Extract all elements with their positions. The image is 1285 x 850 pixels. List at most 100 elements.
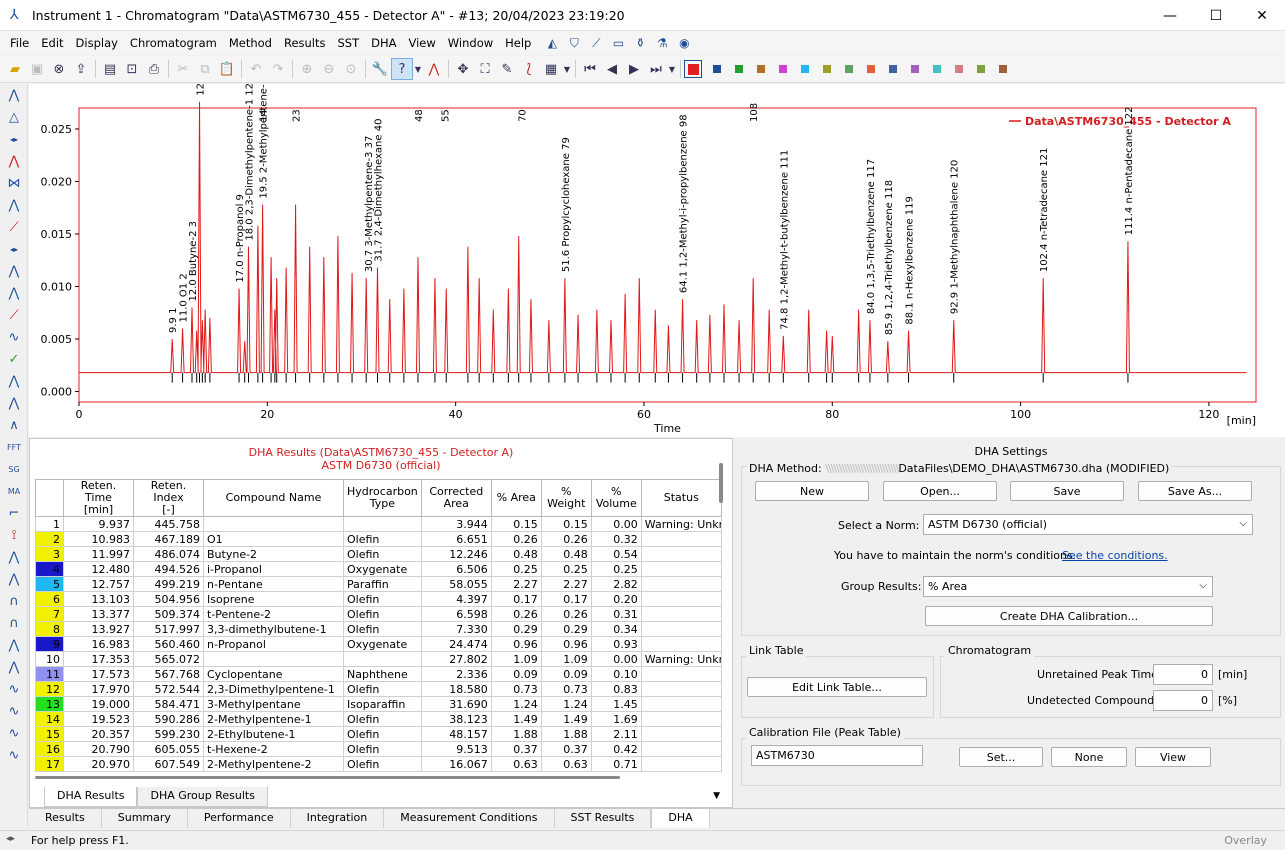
menu-sst[interactable]: SST [332, 34, 366, 52]
tab-dha-group-results[interactable]: DHA Group Results [137, 787, 268, 807]
menu-method[interactable]: Method [223, 34, 278, 52]
open-icon[interactable]: ▰ [4, 58, 26, 80]
step-icon[interactable]: ⌐ [0, 502, 28, 524]
peak-del-icon[interactable]: ⋀ [0, 282, 28, 304]
graph-icon[interactable]: ▭ [609, 34, 627, 52]
peak-tool-icon[interactable]: ⋀ [0, 84, 28, 106]
color-swatch[interactable] [735, 65, 743, 73]
table-row[interactable]: 1 9.937 445.758 3.944 0.15 0.15 0.00 Warning: U… [35, 516, 722, 532]
menu-file[interactable]: File [4, 34, 35, 52]
peak-6-icon[interactable]: ⋀ [0, 546, 28, 568]
maximize-button[interactable]: ☐ [1193, 0, 1239, 31]
tab-integration[interactable]: Integration [291, 809, 385, 828]
group-results-select[interactable]: % Area ⌵ [923, 576, 1213, 597]
menu-dha[interactable]: DHA [365, 34, 402, 52]
prev-icon[interactable]: ◀ [601, 58, 623, 80]
tab-summary[interactable]: Summary [102, 809, 188, 828]
integration-tool-icon[interactable]: ⋀ [0, 150, 28, 172]
create-dha-calibration-button[interactable]: Create DHA Calibration... [925, 606, 1213, 626]
table-row[interactable]: 6 13.103 504.956 Isoprene Olefin 4.397 0.17 0.1… [35, 591, 722, 607]
dropdown-arrow-3-icon[interactable]: ▼ [667, 58, 677, 80]
peak-10-icon[interactable]: ⋀ [0, 634, 28, 656]
tab-sst-results[interactable]: SST Results [555, 809, 652, 828]
table-row[interactable]: 12 17.970 572.544 2,3-Dimethylpentene-1 Olef… [35, 681, 722, 697]
color-swatch[interactable] [933, 65, 941, 73]
cut-icon[interactable]: ✂ [172, 58, 194, 80]
peak-11-icon[interactable]: ⋀ [0, 656, 28, 678]
table-row[interactable]: 13 19.000 584.471 3-Methylpentane Isoparaffi… [35, 696, 722, 712]
paste-icon[interactable]: 📋 [216, 58, 238, 80]
export-icon[interactable]: ⇪ [70, 58, 92, 80]
dropdown-arrow-2-icon[interactable]: ▼ [562, 58, 572, 80]
table-row[interactable]: 8 13.927 517.997 3,3-dimethylbutene-1 Olefin… [35, 621, 722, 637]
integration-icon[interactable]: ⟅ [518, 58, 540, 80]
color-swatch[interactable] [801, 65, 809, 73]
table-row[interactable]: 3 11.997 486.074 Butyne-2 Olefin 12.246 0.48 0.… [35, 546, 722, 562]
col-hydrocarbon-type-header[interactable]: Hydrocarbon Type [343, 479, 422, 517]
expand-2-icon[interactable]: ◂▸ [0, 238, 28, 260]
wrench-icon[interactable]: 🔧 [369, 58, 391, 80]
fit-icon[interactable]: ⛶ [474, 58, 496, 80]
none-button[interactable]: None [1051, 747, 1127, 767]
color-swatch[interactable] [823, 65, 831, 73]
color-swatch[interactable] [757, 65, 765, 73]
open-button[interactable]: Open... [883, 481, 997, 501]
color-swatch[interactable] [955, 65, 963, 73]
table-row[interactable]: 11 17.573 567.768 Cyclopentane Naphthene 2.33… [35, 666, 722, 682]
tabs-dropdown-icon[interactable]: ▼ [713, 791, 720, 801]
color-swatch[interactable] [999, 65, 1007, 73]
preview-icon[interactable]: ⊡ [121, 58, 143, 80]
peak-4-icon[interactable]: ⋀ [0, 392, 28, 414]
peak-add-icon[interactable]: ⋀ [0, 260, 28, 282]
table-icon[interactable]: ▦ [540, 58, 562, 80]
expand-icon[interactable]: ◂▸ [0, 128, 28, 150]
zoom-icon[interactable]: ⊙ [340, 58, 362, 80]
instrument-icon[interactable]: ⛉ [565, 34, 583, 52]
save-as-button[interactable]: Save As... [1138, 481, 1252, 501]
split-icon[interactable]: ⋈ [0, 172, 28, 194]
set-button[interactable]: Set... [959, 747, 1043, 767]
fft-icon[interactable]: FFT [0, 436, 28, 458]
zoom-out-icon[interactable]: ⊖ [318, 58, 340, 80]
peak-icon[interactable]: ⋀ [423, 58, 445, 80]
peak-9-icon[interactable]: ∩ [0, 612, 28, 634]
norm-select[interactable]: ASTM D6730 (official) ⌵ [923, 514, 1253, 535]
color-swatch[interactable] [889, 65, 897, 73]
copy-icon[interactable]: ⧉ [194, 58, 216, 80]
peak-8-icon[interactable]: ∩ [0, 590, 28, 612]
table-row[interactable]: 9 16.983 560.460 n-Propanol Oxygenate 24.474 0… [35, 636, 722, 652]
table-row[interactable]: 17 20.970 607.549 2-Methylpentene-2 Olefin 16… [35, 756, 722, 772]
edit-link-table-button[interactable]: Edit Link Table... [747, 677, 927, 697]
table-row[interactable]: 10 17.353 565.072 27.802 1.09 1.09 0.00 Warning… [35, 651, 722, 667]
move-icon[interactable]: ✥ [452, 58, 474, 80]
sequence-icon[interactable]: ⚗ [653, 34, 671, 52]
chart-icon[interactable]: ⟋ [587, 34, 605, 52]
method-icon[interactable]: ◭ [543, 34, 561, 52]
unretained-input[interactable]: 0 [1153, 664, 1213, 685]
menu-results[interactable]: Results [278, 34, 332, 52]
col-reten-index-header[interactable]: Reten. Index [-] [133, 479, 204, 517]
mark-icon[interactable]: ⟟ [0, 524, 28, 546]
color-swatch[interactable] [845, 65, 853, 73]
view-button[interactable]: View [1135, 747, 1211, 767]
redo-icon[interactable]: ↷ [267, 58, 289, 80]
table-row[interactable]: 5 12.757 499.219 n-Pentane Paraffin 58.055 2.2… [35, 576, 722, 592]
peak-tool-2-icon[interactable]: △ [0, 106, 28, 128]
peak-7-icon[interactable]: ⋀ [0, 568, 28, 590]
tools-icon[interactable]: ✎ [496, 58, 518, 80]
col-compound-name-header[interactable]: Compound Name [203, 479, 344, 517]
first-icon[interactable]: ⏮ [579, 58, 601, 80]
table-row[interactable]: 4 12.480 494.526 i-Propanol Oxygenate 6.506 0.… [35, 561, 722, 577]
color-swatch[interactable] [779, 65, 787, 73]
peak-5-icon[interactable]: ∧ [0, 414, 28, 436]
horizontal-scrollbar[interactable] [35, 774, 647, 780]
peak-3-icon[interactable]: ⋀ [0, 370, 28, 392]
tab-results[interactable]: Results [29, 809, 102, 828]
baseline-icon[interactable]: ⟋ [0, 216, 28, 238]
tab-performance[interactable]: Performance [188, 809, 291, 828]
menu-help[interactable]: Help [499, 34, 537, 52]
check-icon[interactable]: ✓ [0, 348, 28, 370]
undetected-input[interactable]: 0 [1153, 690, 1213, 711]
wave-icon[interactable]: ∿ [0, 326, 28, 348]
undo-icon[interactable]: ↶ [245, 58, 267, 80]
